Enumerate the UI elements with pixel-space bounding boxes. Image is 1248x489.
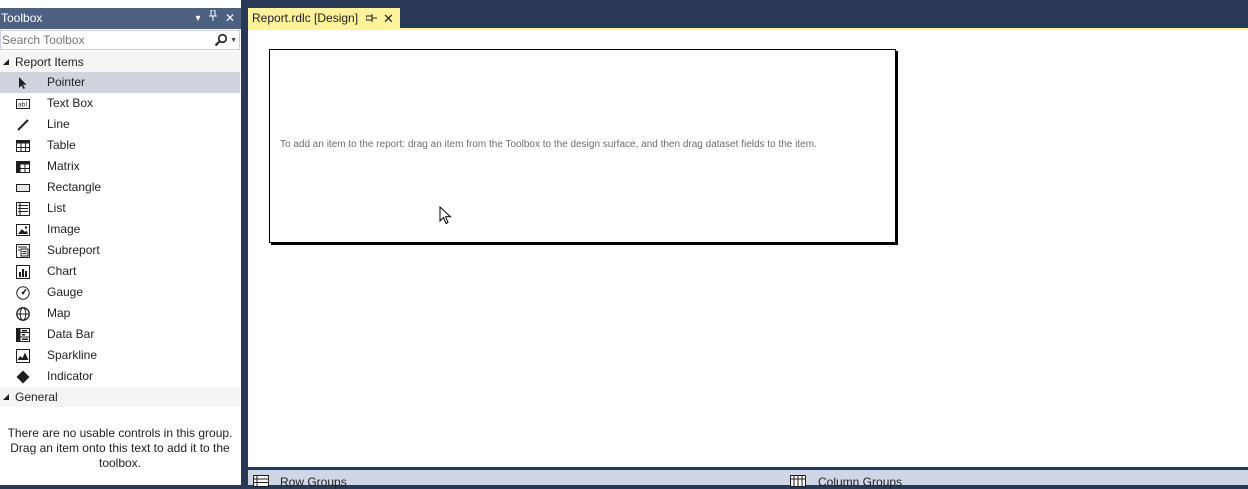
expanded-triangle-icon	[3, 59, 9, 65]
toolbox-item-subreport[interactable]: Subreport	[0, 240, 240, 261]
toolbox-item-rectangle[interactable]: Rectangle	[0, 177, 240, 198]
pointer-icon	[19, 77, 27, 89]
indicator-icon	[16, 370, 30, 384]
group-label: Report Items	[15, 55, 84, 69]
item-label: Gauge	[47, 285, 84, 299]
toolbox-title-bar: Toolbox ▾ ✕	[0, 8, 241, 29]
sparkline-icon	[16, 349, 30, 363]
column-groups-icon	[790, 475, 806, 487]
toolbox-item-sparkline[interactable]: Sparkline	[0, 345, 240, 366]
toolbox-item-list[interactable]: List	[0, 198, 240, 219]
search-options-chevron-icon[interactable]: ▼	[230, 37, 237, 44]
group-label: General	[15, 390, 58, 404]
toolbox-item-map[interactable]: Map	[0, 303, 240, 324]
tab-report-design[interactable]: Report.rdlc [Design] ✕	[248, 8, 400, 29]
rectangle-icon	[16, 184, 30, 192]
item-label: Table	[47, 138, 76, 152]
tab-close-icon[interactable]: ✕	[383, 8, 394, 29]
toolbox-search[interactable]: ▼	[0, 30, 240, 50]
item-label: Rectangle	[47, 180, 102, 194]
column-groups-label[interactable]: Column Groups	[818, 475, 902, 489]
chart-icon	[16, 265, 30, 279]
tab-pin-icon[interactable]	[365, 8, 377, 29]
item-label: List	[47, 201, 66, 215]
close-icon[interactable]: ✕	[223, 8, 237, 29]
item-label: Image	[47, 222, 81, 236]
pin-icon[interactable]	[206, 8, 220, 29]
svg-text:abl: abl	[18, 102, 27, 109]
item-label: Line	[47, 117, 70, 131]
grouping-pane: Row Groups Column Groups	[248, 467, 1248, 489]
dropdown-icon[interactable]: ▾	[191, 8, 205, 29]
table-icon	[16, 140, 30, 152]
item-label: Pointer	[47, 75, 86, 89]
toolbox-item-pointer[interactable]: Pointer	[0, 72, 240, 93]
row-groups-icon	[253, 475, 269, 487]
search-icon[interactable]	[214, 33, 228, 47]
mouse-cursor-icon	[439, 206, 452, 225]
gauge-icon	[16, 286, 30, 300]
expanded-triangle-icon	[3, 394, 9, 400]
toolbox-item-line[interactable]: Line	[0, 114, 240, 135]
toolbox-item-table[interactable]: Table	[0, 135, 240, 156]
group-report-items[interactable]: Report Items	[0, 52, 240, 72]
item-label: Text Box	[47, 96, 94, 110]
item-label: Data Bar	[47, 327, 95, 341]
databar-icon	[16, 328, 30, 342]
toolbox-item-image[interactable]: Image	[0, 219, 240, 240]
item-label: Subreport	[47, 243, 100, 257]
general-empty-message[interactable]: There are no usable controls in this gro…	[0, 426, 240, 471]
tab-title: Report.rdlc [Design]	[252, 11, 359, 25]
matrix-icon	[16, 161, 30, 173]
image-icon	[16, 224, 30, 236]
toolbox-item-text-box[interactable]: abl Text Box	[0, 93, 240, 114]
design-hint: To add an item to the report: drag an it…	[280, 139, 817, 150]
search-input[interactable]	[1, 31, 207, 49]
list-icon	[16, 202, 30, 216]
report-body[interactable]: To add an item to the report: drag an it…	[269, 49, 896, 243]
item-label: Indicator	[47, 369, 94, 383]
toolbox-item-indicator[interactable]: Indicator	[0, 366, 240, 387]
item-label: Matrix	[47, 159, 80, 173]
textbox-icon: abl	[16, 99, 30, 109]
toolbox-panel: Toolbox ▾ ✕ ▼ Report Items Pointer abl T…	[0, 0, 241, 485]
toolbox-item-data-bar[interactable]: Data Bar	[0, 324, 240, 345]
toolbox-title: Toolbox	[1, 11, 43, 25]
toolbox-item-matrix[interactable]: Matrix	[0, 156, 240, 177]
item-label: Map	[47, 306, 71, 320]
item-label: Chart	[47, 264, 77, 278]
toolbox-item-chart[interactable]: Chart	[0, 261, 240, 282]
item-label: Sparkline	[47, 348, 98, 362]
map-icon	[16, 307, 30, 321]
subreport-icon	[16, 244, 30, 258]
panel-splitter[interactable]	[241, 0, 248, 485]
design-surface[interactable]: To add an item to the report: drag an it…	[248, 30, 1248, 467]
line-icon	[17, 119, 29, 131]
toolbox-item-gauge[interactable]: Gauge	[0, 282, 240, 303]
row-groups-label[interactable]: Row Groups	[280, 475, 347, 489]
group-general[interactable]: General	[0, 387, 240, 407]
